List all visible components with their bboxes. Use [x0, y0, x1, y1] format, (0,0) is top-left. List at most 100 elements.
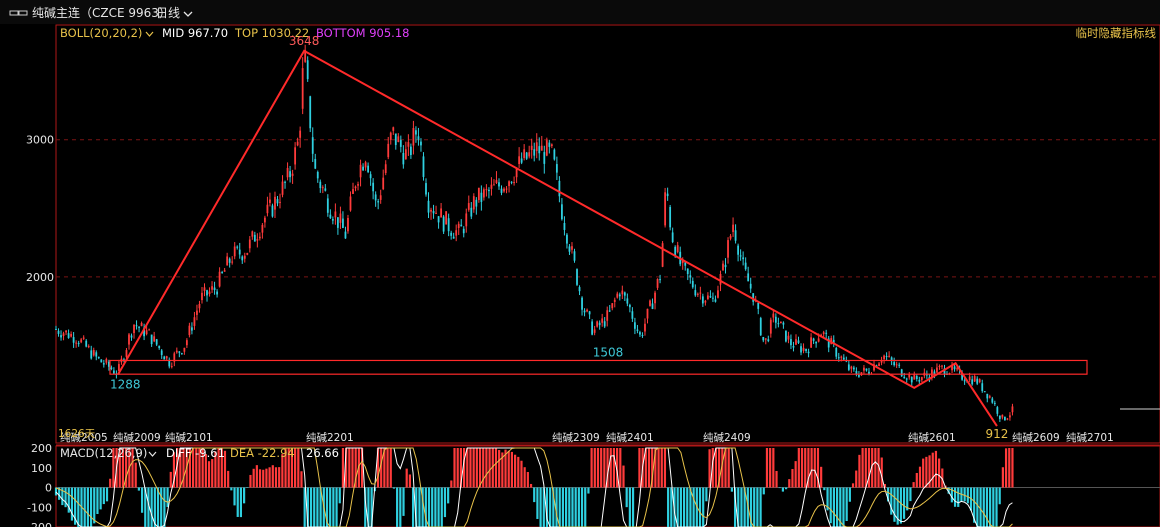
candle-body	[639, 332, 641, 335]
candle-body	[895, 364, 898, 366]
candle-body	[555, 164, 558, 173]
candle-body	[427, 200, 430, 213]
candle-body	[482, 189, 485, 198]
candle-body	[387, 143, 390, 158]
macd-tick-label: -100	[27, 501, 52, 514]
candle-body	[130, 335, 133, 338]
candle-body	[203, 287, 206, 291]
contract-label: 纯碱2201	[306, 431, 354, 444]
candle-body	[719, 273, 722, 285]
candle-body	[258, 236, 261, 239]
candle-body	[737, 245, 739, 255]
candle-body	[238, 249, 241, 255]
candle-body	[274, 196, 276, 210]
candle-body	[430, 209, 432, 212]
candle-body	[299, 130, 302, 138]
candle-body	[802, 347, 805, 351]
candle-body	[996, 407, 999, 414]
candle-body	[636, 329, 639, 331]
contract-label: 纯碱2409	[703, 431, 751, 444]
candle-body	[286, 168, 289, 178]
candle-body	[525, 152, 528, 159]
candle-body	[628, 304, 631, 308]
days-label: 1626天	[58, 428, 96, 440]
candle-body	[734, 230, 737, 241]
candle-body	[807, 351, 810, 354]
candle-body	[369, 174, 372, 179]
candle-body	[324, 188, 327, 191]
candle-body	[699, 292, 702, 294]
candle-body	[412, 127, 415, 146]
chevron-down-icon[interactable]	[148, 451, 157, 457]
candle-body	[518, 156, 521, 164]
candle-body	[596, 321, 599, 327]
candle-body	[762, 336, 765, 341]
chevron-down-icon[interactable]	[145, 31, 154, 37]
candle-body	[347, 217, 349, 232]
candle-body	[550, 144, 553, 147]
grid-layer: 3000 2000	[26, 134, 1160, 284]
candle-body	[216, 291, 218, 295]
candle-body	[422, 156, 425, 177]
candle-body	[847, 364, 850, 370]
candle-body	[613, 299, 616, 302]
period-selector[interactable]: 日线	[156, 6, 180, 20]
candle-body	[616, 293, 619, 298]
candle-body	[57, 330, 60, 334]
macd-tick-label: 200	[31, 442, 52, 455]
candle-body	[289, 171, 291, 178]
candle-body	[397, 136, 400, 143]
candle-body	[165, 356, 168, 359]
candle-body	[573, 251, 576, 261]
candle-body	[805, 348, 807, 351]
candle-body	[236, 246, 239, 248]
candle-body	[339, 213, 342, 223]
candle-body	[566, 234, 568, 244]
candle-body	[968, 376, 971, 381]
boll-label[interactable]: BOLL(20,20,2)	[60, 26, 142, 40]
candle-body	[606, 310, 609, 321]
macd-label[interactable]: MACD(12,26,9)	[60, 446, 147, 460]
candle-body	[188, 325, 191, 336]
candle-body	[696, 293, 699, 295]
candle-body	[183, 347, 186, 352]
candle-body	[480, 192, 483, 202]
candle-body	[583, 310, 586, 313]
candle-body	[709, 296, 712, 298]
candle-body	[941, 365, 943, 367]
candle-body	[724, 264, 727, 268]
candle-body	[372, 182, 375, 192]
candle-body	[102, 363, 105, 365]
candle-body	[301, 68, 304, 109]
instrument-title[interactable]: 纯碱主连（CZCE 9963）	[32, 5, 171, 20]
candle-body	[213, 287, 216, 291]
candle-body	[133, 324, 135, 334]
candle-body	[223, 270, 226, 272]
candle-body	[201, 292, 203, 301]
candle-body	[437, 216, 440, 223]
candle-body	[835, 347, 838, 357]
candle-body	[420, 141, 422, 146]
candle-body	[666, 193, 669, 197]
y-tick-label: 2000	[26, 271, 54, 284]
candle-body	[510, 181, 513, 183]
candle-body	[825, 332, 828, 334]
main-panel-frame	[55, 24, 1160, 444]
candle-body	[561, 204, 563, 220]
contract-label: 纯碱2309	[552, 431, 600, 444]
candle-body	[500, 188, 503, 193]
candle-body	[634, 322, 636, 329]
candle-body	[193, 317, 196, 326]
candle-body	[714, 299, 717, 302]
candle-body	[742, 257, 745, 260]
candle-body	[276, 199, 279, 204]
candle-body	[374, 194, 377, 201]
candle-body	[226, 256, 229, 266]
candle-body	[790, 339, 792, 346]
candle-body	[993, 402, 996, 404]
contract-label-layer: 纯碱2005 纯碱2009 纯碱2101 纯碱2201 纯碱2309 纯碱2401 纯碱24…	[58, 428, 1114, 444]
candle-body	[112, 370, 115, 374]
candle-body	[505, 188, 508, 190]
hide-indicator-button[interactable]: 临时隐藏指标线	[1076, 26, 1157, 40]
candle-body	[815, 341, 818, 344]
